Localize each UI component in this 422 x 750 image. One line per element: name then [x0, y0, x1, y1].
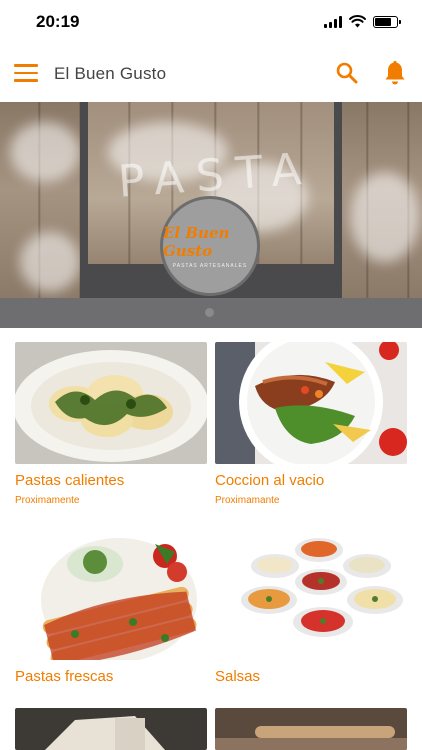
card-title: Coccion al vacio: [215, 472, 325, 489]
app-title: El Buen Gusto: [54, 64, 167, 83]
logo-subtitle: PASTAS ARTESANALES: [172, 262, 248, 269]
cellular-signal-icon: [324, 15, 342, 28]
category-card-pastas-calientes[interactable]: Pastas calientes Proximamente: [15, 342, 207, 506]
battery-icon: [373, 15, 401, 28]
logo-title: El Buen Gusto: [163, 223, 230, 260]
card-subtitle: Proximamante: [215, 495, 280, 506]
status-time: 20:19: [36, 12, 80, 31]
hamburger-menu-icon[interactable]: [14, 64, 38, 82]
card-subtitle: Proximamente: [15, 495, 80, 506]
partial-image-left: [15, 708, 207, 750]
card-title: Pastas frescas: [15, 668, 114, 685]
card-title: Pastas calientes: [15, 472, 125, 489]
category-card-coccion-al-vacio[interactable]: Coccion al vacio Proximamante: [215, 342, 407, 506]
status-icons: [324, 15, 401, 28]
category-card-pastas-frescas[interactable]: Pastas frescas: [15, 538, 207, 685]
category-card-partial-left[interactable]: [15, 708, 207, 750]
carousel-dot[interactable]: [205, 308, 214, 317]
salsas-image: [215, 538, 407, 660]
search-icon[interactable]: [335, 61, 359, 85]
partial-image-right: [215, 708, 407, 750]
promo-banner[interactable]: PASTA El Buen Gusto PASTAS ARTESANALES: [0, 102, 422, 298]
category-card-partial-right[interactable]: [215, 708, 407, 750]
wifi-icon: [349, 15, 366, 28]
pastas-frescas-image: [15, 538, 207, 660]
coccion-al-vacio-image: [215, 342, 407, 464]
card-title: Salsas: [215, 668, 261, 685]
pastas-calientes-image: [15, 342, 207, 464]
brand-logo: El Buen Gusto PASTAS ARTESANALES: [160, 196, 260, 296]
battery-level: [375, 17, 391, 26]
notification-bell-icon[interactable]: [383, 60, 407, 86]
status-bar: 20:19: [0, 0, 422, 46]
app-bar: El Buen Gusto: [0, 46, 422, 102]
category-card-salsas[interactable]: Salsas: [215, 538, 407, 685]
